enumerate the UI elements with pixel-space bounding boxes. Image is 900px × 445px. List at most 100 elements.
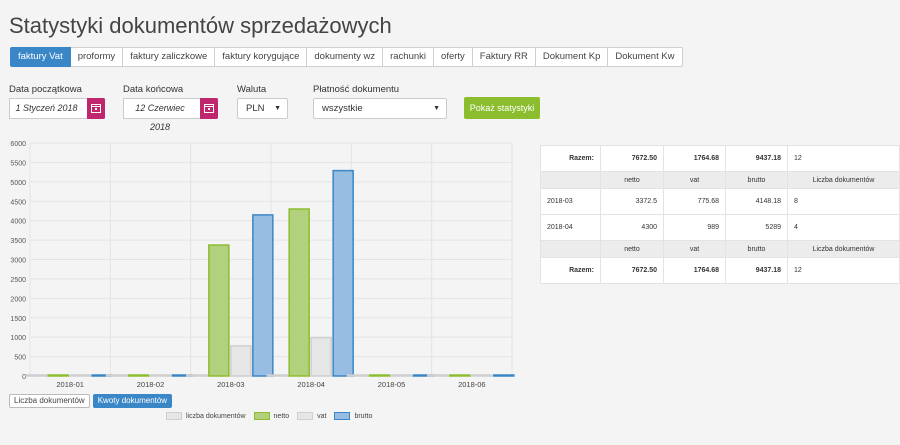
header-empty	[540, 240, 601, 258]
currency-select[interactable]: PLN ▼	[237, 98, 288, 119]
date-to-calendar-button[interactable]	[200, 98, 218, 119]
document-count-toggle[interactable]: Liczba dokumentów	[9, 394, 90, 408]
legend-item-vat[interactable]: vat	[297, 412, 326, 420]
total-netto: 7672.50	[600, 145, 664, 172]
table-row: 2018-04 4300 989 5289 4	[540, 214, 900, 241]
tab-faktury-korygujace[interactable]: faktury korygujące	[215, 47, 308, 67]
x-tick-label: 2018-05	[378, 380, 406, 389]
show-statistics-button[interactable]: Pokaż statystyki	[464, 97, 540, 119]
bar-vat-2018-03	[230, 345, 252, 377]
page-title: Statystyki dokumentów sprzedażowych	[9, 13, 392, 38]
legend-item-brutto[interactable]: brutto	[334, 412, 372, 420]
date-from-label: Data początkowa	[9, 84, 82, 95]
legend-label: vat	[317, 412, 327, 420]
total-brutto: 9437.18	[725, 257, 788, 284]
y-tick-label: 5500	[10, 160, 26, 167]
tab-faktury-zaliczkowe[interactable]: faktury zaliczkowe	[123, 47, 216, 67]
legend-label: netto	[273, 412, 290, 420]
x-tick-label: 2018-06	[458, 380, 486, 389]
row-netto: 3372.5	[600, 188, 664, 215]
bar-chart-svg: 0500100015002000250030003500400045005000…	[10, 141, 515, 389]
table-total-row-top: Razem: 7672.50 1764.68 9437.18 12	[540, 145, 900, 172]
chart-mode-toggles: Liczba dokumentów Kwoty dokumentów	[9, 394, 173, 408]
tab-dokument-kw[interactable]: Dokument Kw	[608, 47, 683, 67]
tab-rachunki[interactable]: rachunki	[383, 47, 435, 67]
total-vat: 1764.68	[663, 145, 726, 172]
tab-proformy[interactable]: proformy	[70, 47, 124, 67]
total-count: 12	[787, 257, 900, 284]
chevron-down-icon: ▼	[274, 105, 281, 112]
header-netto: netto	[600, 240, 664, 258]
bar-liczba-dokumentów-2018-06	[427, 374, 449, 377]
y-tick-label: 2000	[10, 296, 26, 303]
bar-vat-2018-04	[310, 336, 332, 377]
legend-item-count[interactable]: liczba dokumentów	[166, 412, 246, 420]
header-brutto: brutto	[725, 240, 788, 258]
chart-legend: liczba dokumentów netto vat brutto	[166, 412, 380, 420]
bar-liczba-dokumentów-2018-01	[25, 374, 47, 377]
header-vat: vat	[663, 240, 726, 258]
y-tick-label: 3500	[10, 238, 26, 245]
x-tick-label: 2018-02	[137, 380, 165, 389]
bar-brutto-2018-04	[332, 169, 354, 377]
bar-liczba-dokumentów-2018-03	[186, 374, 208, 377]
document-type-tabs: faktury Vat proformy faktury zaliczkowe …	[10, 47, 683, 67]
currency-label: Waluta	[237, 84, 267, 95]
table-row: 2018-03 3372.5 775.68 4148.18 8	[540, 188, 900, 215]
bar-netto-2018-06	[449, 374, 471, 377]
row-brutto: 4148.18	[725, 188, 788, 215]
payment-label: Płatność dokumentu	[313, 84, 400, 95]
total-brutto: 9437.18	[725, 145, 788, 172]
legend-item-netto[interactable]: netto	[253, 412, 290, 420]
y-tick-label: 6000	[10, 141, 26, 148]
calendar-icon	[204, 104, 214, 113]
document-amount-toggle[interactable]: Kwoty dokumentów	[92, 394, 173, 408]
tab-dokument-kp[interactable]: Dokument Kp	[535, 47, 609, 67]
chevron-down-icon: ▼	[433, 105, 440, 112]
legend-swatch	[166, 412, 182, 420]
bar-liczba-dokumentów-2018-04	[266, 374, 288, 377]
row-period: 2018-04	[540, 214, 601, 241]
calendar-icon	[91, 104, 101, 113]
bar-vat-2018-02	[149, 374, 172, 377]
bar-brutto-2018-03	[252, 214, 274, 377]
y-tick-label: 3000	[10, 258, 26, 265]
row-netto: 4300	[600, 214, 664, 241]
row-count: 8	[787, 188, 900, 215]
y-tick-label: 5000	[10, 180, 26, 187]
x-tick-label: 2018-03	[217, 380, 245, 389]
bar-liczba-dokumentów-2018-05	[346, 374, 369, 377]
date-from-calendar-button[interactable]	[87, 98, 105, 119]
y-tick-label: 1000	[10, 335, 26, 342]
bar-vat-2018-06	[471, 374, 493, 377]
sales-chart: 0 500 1000 1500 2000 2500 3000 3500 4000 4500 5000…	[0, 135, 520, 390]
row-vat: 989	[663, 214, 726, 241]
row-vat: 775.68	[663, 188, 726, 215]
bar-liczba-dokumentów-2018-02	[105, 374, 128, 377]
tab-faktury-vat[interactable]: faktury Vat	[10, 47, 71, 67]
header-netto: netto	[600, 171, 664, 189]
header-empty	[540, 171, 601, 189]
header-count: Liczba dokumentów	[787, 171, 900, 189]
total-label: Razem:	[540, 257, 601, 284]
y-tick-label: 1500	[10, 316, 26, 323]
x-tick-label: 2018-04	[297, 380, 325, 389]
filters-bar: Data początkowa 1 Styczeń 2018 Data końc…	[0, 84, 900, 132]
payment-select[interactable]: wszystkie ▼	[313, 98, 447, 119]
y-tick-label: 2500	[10, 277, 26, 284]
bar-netto-2018-04	[288, 208, 310, 377]
x-tick-label: 2018-01	[56, 380, 84, 389]
statistics-table: Razem: 7672.50 1764.68 9437.18 12 netto …	[540, 145, 900, 284]
tab-faktury-rr[interactable]: Faktury RR	[472, 47, 536, 67]
header-count: Liczba dokumentów	[787, 240, 900, 258]
bar-netto-2018-05	[368, 374, 391, 377]
tab-oferty[interactable]: oferty	[434, 47, 473, 67]
bar-brutto-2018-06	[493, 374, 515, 377]
y-tick-label: 4000	[10, 219, 26, 226]
table-header-row: netto vat brutto Liczba dokumentów	[540, 171, 900, 189]
currency-value: PLN	[246, 103, 265, 114]
legend-swatch	[253, 412, 270, 420]
row-period: 2018-03	[540, 188, 601, 215]
bar-netto-2018-02	[127, 374, 150, 377]
tab-dokumenty-wz[interactable]: dokumenty wz	[307, 47, 384, 67]
